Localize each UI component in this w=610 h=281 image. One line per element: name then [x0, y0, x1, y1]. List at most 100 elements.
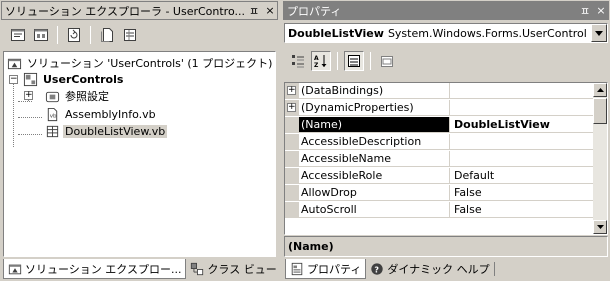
user-control-icon	[44, 123, 60, 139]
properties-pane: プロパティ ㅍ × DoubleListView System.Windows.…	[282, 0, 610, 281]
solution-explorer-tabs: ソリューション エクスプロー... クラス ビュー	[3, 259, 277, 279]
close-icon[interactable]: ×	[594, 4, 608, 17]
properties-toolbar: AZ	[284, 48, 608, 74]
property-pages-button[interactable]	[377, 51, 397, 71]
project-label: UserControls	[43, 72, 124, 86]
expand-toggle[interactable]: +	[287, 103, 296, 112]
property-row[interactable]: AccessibleName	[285, 151, 595, 167]
show-all-files-button[interactable]	[97, 25, 117, 45]
expand-toggle[interactable]: +	[24, 91, 33, 100]
properties-icon	[124, 29, 136, 41]
property-row[interactable]: AllowDrop False	[285, 185, 595, 201]
property-row[interactable]: + (DynamicProperties)	[285, 100, 595, 116]
references-icon	[44, 88, 60, 104]
properties-titlebar[interactable]: プロパティ ㅍ ×	[283, 1, 609, 20]
property-row[interactable]: (Name) DoubleListView	[285, 117, 595, 133]
tab-dynamic-help[interactable]: ? ダイナミック ヘルプ	[366, 259, 493, 279]
close-icon[interactable]: ×	[263, 4, 277, 17]
object-type: System.Windows.Forms.UserControl	[387, 26, 587, 40]
property-value[interactable]: DoubleListView	[450, 117, 595, 132]
property-row-margin: +	[285, 83, 299, 99]
svg-text:Z: Z	[314, 62, 319, 69]
property-value[interactable]: False	[450, 202, 595, 217]
property-row-margin: +	[285, 100, 299, 116]
references-label: 参照設定	[65, 90, 109, 103]
file-label: AssemblyInfo.vb	[65, 107, 156, 121]
vertical-scrollbar[interactable]	[593, 83, 607, 234]
tab-class-view[interactable]: クラス ビュー	[186, 259, 280, 279]
properties-button[interactable]	[120, 25, 140, 45]
tree-node-solution[interactable]: ソリューション 'UserControls' (1 プロジェクト)	[6, 55, 274, 71]
solution-explorer-title: ソリューション エクスプローラ - UserContro...	[5, 4, 245, 18]
property-row[interactable]: + (DataBindings)	[285, 83, 595, 99]
svg-text:?: ?	[375, 266, 380, 275]
collapse-toggle[interactable]: −	[9, 75, 18, 84]
tree-connector	[18, 117, 42, 118]
scroll-up-button[interactable]	[593, 83, 607, 97]
pin-icon[interactable]: ㅍ	[247, 3, 261, 19]
property-row-margin	[285, 151, 299, 167]
toolbar-separator	[370, 52, 371, 70]
property-value[interactable]	[450, 83, 595, 98]
property-value[interactable]: False	[450, 185, 595, 200]
chevron-up-icon	[596, 88, 604, 92]
tree-connector	[13, 77, 14, 147]
object-name: DoubleListView	[288, 26, 384, 40]
solution-tree[interactable]: ソリューション 'UserControls' (1 プロジェクト) − User…	[3, 51, 276, 257]
object-selector[interactable]: DoubleListView System.Windows.Forms.User…	[284, 23, 608, 43]
file-label: DoubleListView.vb	[63, 124, 168, 138]
tree-node-file-selected[interactable]: DoubleListView.vb	[44, 123, 168, 139]
property-value[interactable]	[450, 134, 595, 149]
property-grid[interactable]: + (DataBindings) + (DynamicProperties) (Name…	[284, 82, 608, 235]
dropdown-button[interactable]	[591, 24, 607, 42]
tree-node-references[interactable]: 参照設定	[44, 88, 111, 104]
tab-label: プロパティ	[307, 262, 362, 276]
view-code-icon	[11, 29, 25, 41]
property-value[interactable]	[450, 151, 595, 166]
solution-explorer-titlebar[interactable]: ソリューション エクスプローラ - UserContro... ㅍ ×	[1, 1, 278, 20]
property-name: (DataBindings)	[299, 83, 450, 98]
tree-node-project[interactable]: UserControls	[22, 71, 125, 87]
categorized-button[interactable]	[288, 51, 308, 71]
tab-separator	[493, 262, 495, 276]
solution-label: ソリューション 'UserControls' (1 プロジェクト)	[27, 57, 273, 70]
alphabetical-icon: AZ	[314, 55, 327, 69]
view-designer-button[interactable]	[31, 25, 51, 45]
property-value[interactable]	[450, 100, 595, 115]
scroll-thumb[interactable]	[593, 98, 607, 124]
description-title: (Name)	[288, 240, 334, 253]
vb-project-icon	[22, 71, 38, 87]
property-row[interactable]: AccessibleRole Default	[285, 168, 595, 184]
property-pages-icon	[381, 56, 393, 67]
property-name: AccessibleName	[299, 151, 450, 166]
expand-toggle[interactable]: +	[287, 86, 296, 95]
chevron-down-icon	[596, 225, 604, 229]
property-row[interactable]: AccessibleDescription	[285, 134, 595, 150]
property-name: AllowDrop	[299, 185, 450, 200]
property-name: (DynamicProperties)	[299, 100, 450, 115]
solution-icon	[6, 55, 22, 71]
properties-tabs: プロパティ ? ダイナミック ヘルプ	[285, 259, 607, 279]
alphabetical-button[interactable]: AZ	[311, 51, 331, 71]
scroll-down-button[interactable]	[593, 220, 607, 234]
tree-connector	[18, 101, 32, 102]
property-name: AccessibleDescription	[299, 134, 450, 149]
view-code-button[interactable]	[8, 25, 28, 45]
solution-icon	[8, 262, 22, 276]
tree-connector	[18, 134, 42, 135]
property-row[interactable]: AutoScroll False	[285, 202, 595, 218]
pin-icon[interactable]: ㅍ	[578, 3, 592, 19]
tab-label: ソリューション エクスプロー...	[25, 262, 182, 276]
class-view-icon	[190, 262, 204, 276]
tab-label: クラス ビュー	[207, 263, 277, 276]
refresh-icon	[68, 28, 80, 42]
properties-icon	[290, 262, 304, 276]
solution-explorer-pane: ソリューション エクスプローラ - UserContro... ㅍ × ソリュー…	[0, 0, 279, 281]
properties-view-button[interactable]	[344, 51, 364, 71]
categorized-icon	[292, 55, 304, 68]
tab-solution-explorer[interactable]: ソリューション エクスプロー...	[3, 259, 187, 279]
tab-properties[interactable]: プロパティ	[285, 259, 367, 279]
tree-node-file[interactable]: vb AssemblyInfo.vb	[44, 106, 158, 122]
refresh-button[interactable]	[64, 25, 84, 45]
property-value[interactable]: Default	[450, 168, 595, 183]
